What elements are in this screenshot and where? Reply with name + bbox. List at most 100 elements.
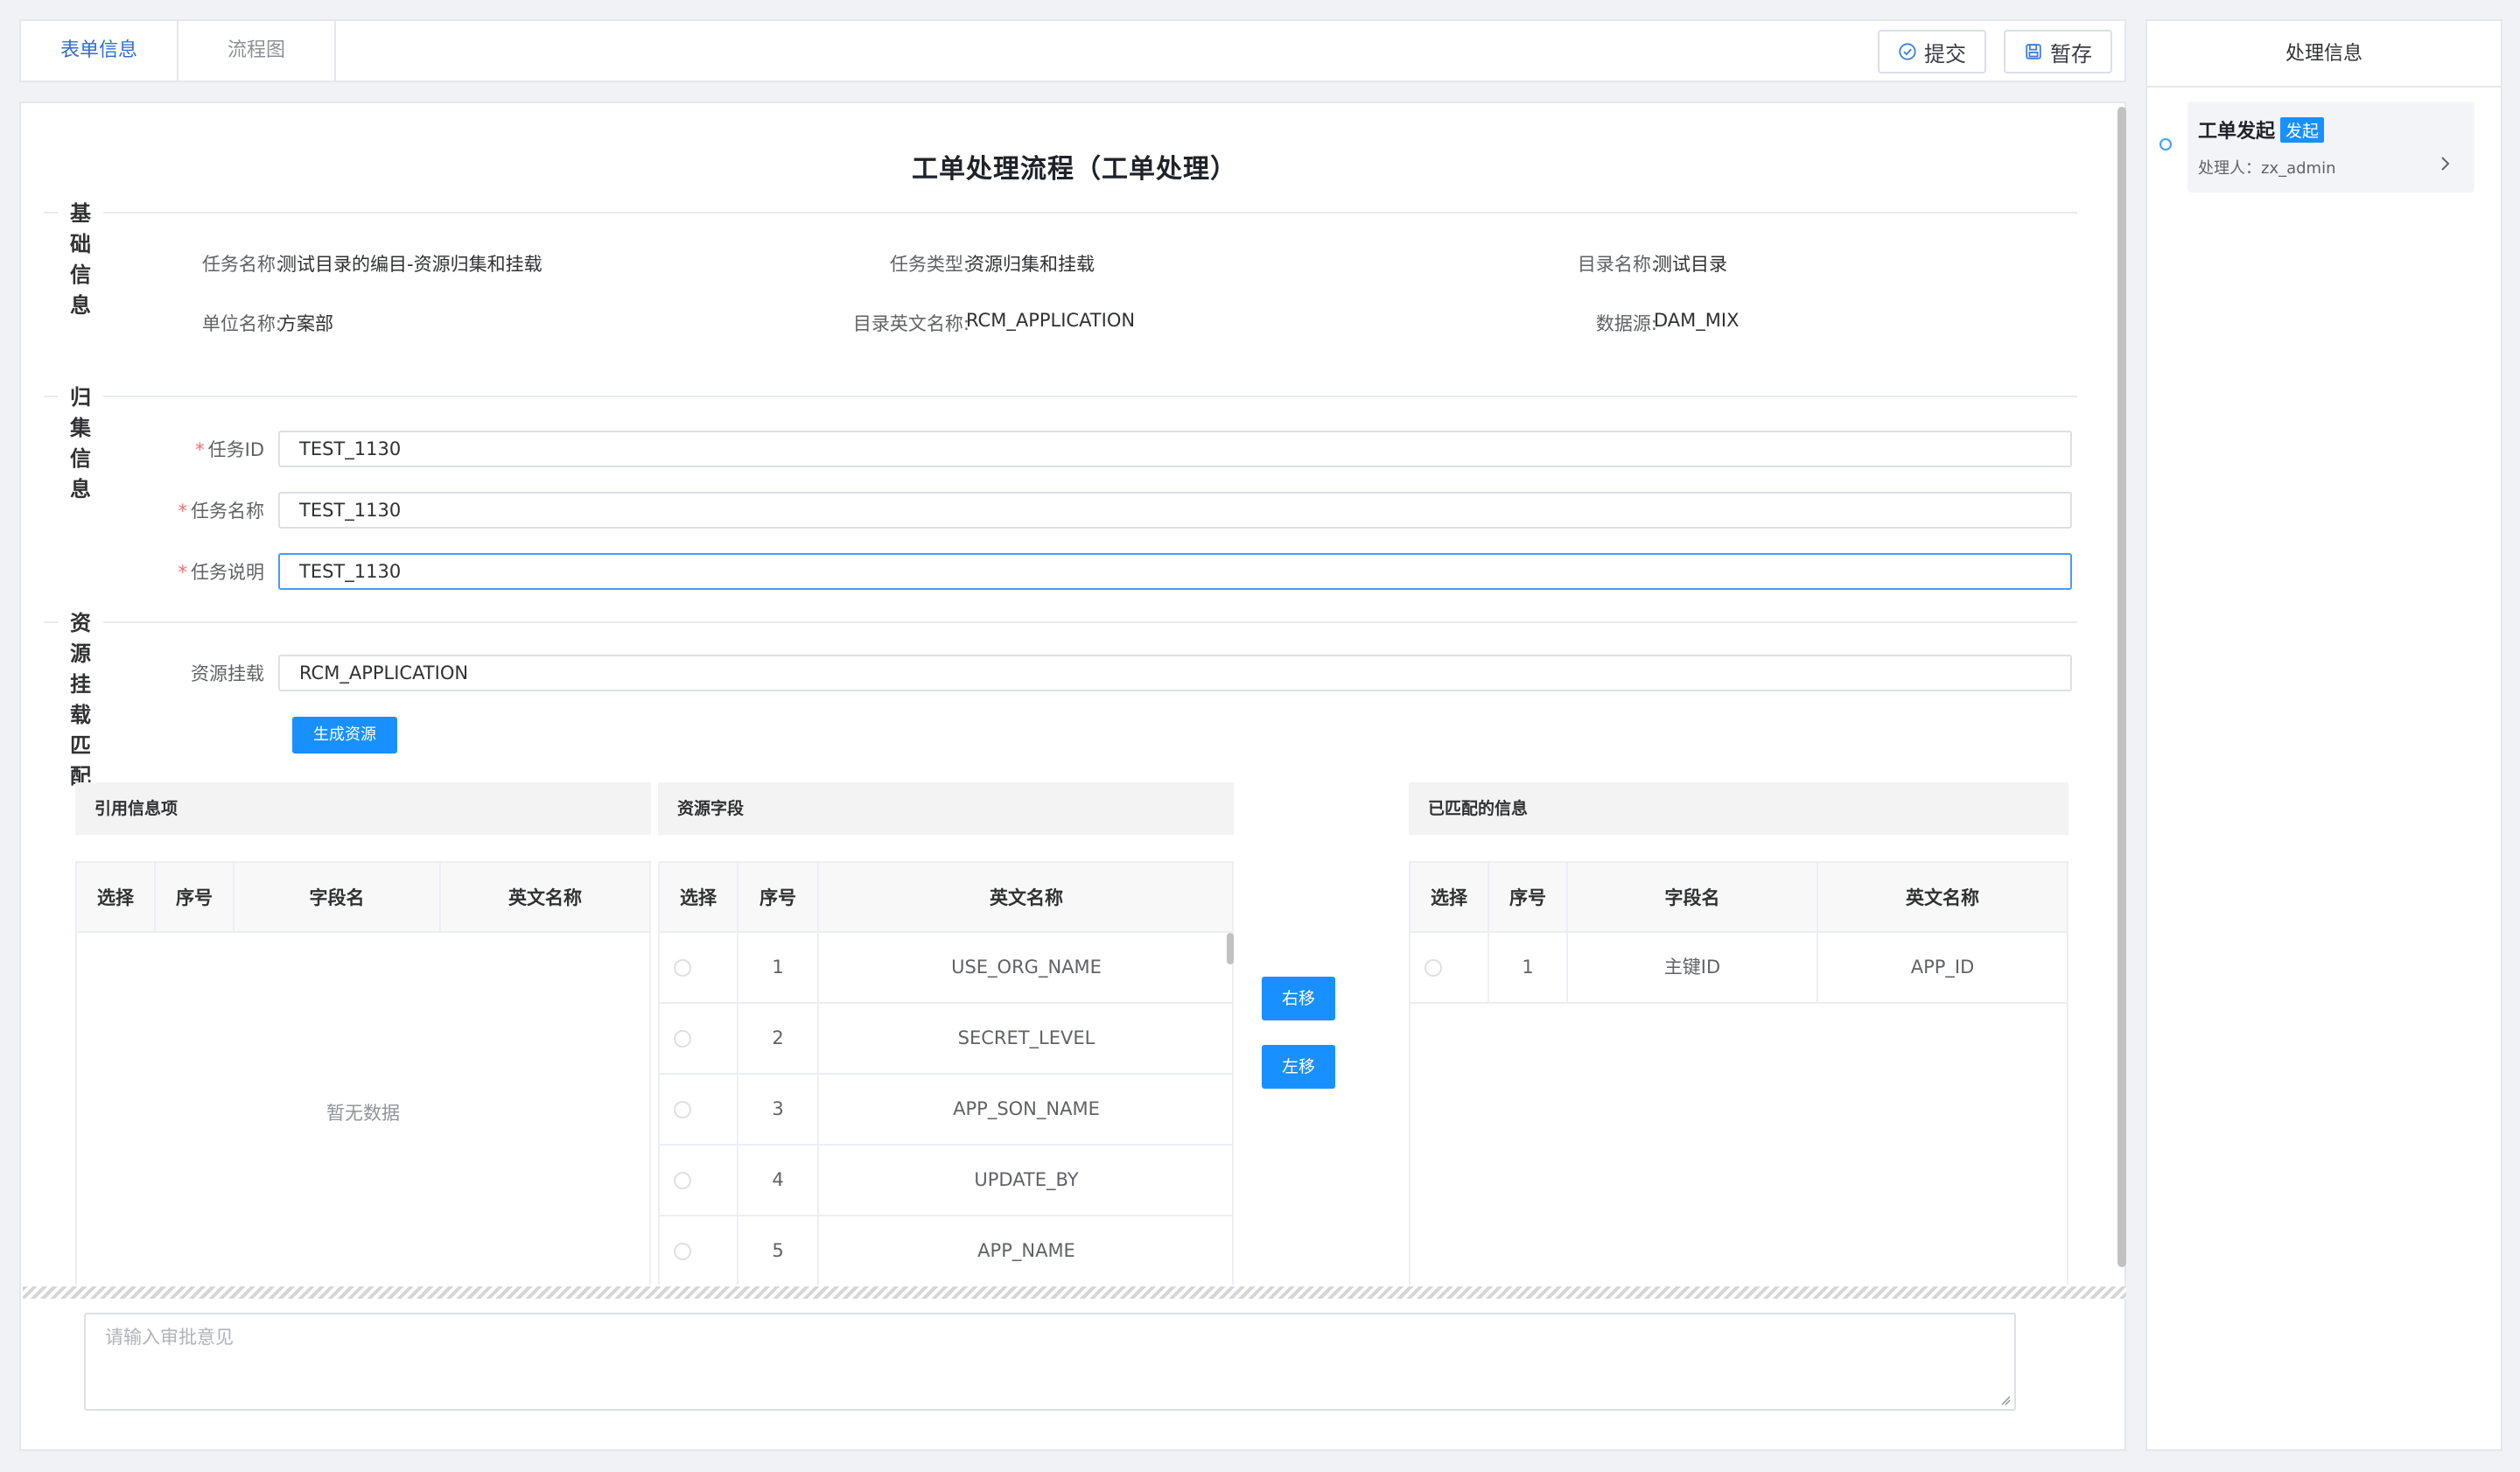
required-mark: * — [178, 562, 188, 583]
timeline-status-tag: 发起 — [2280, 116, 2325, 143]
timeline-item-header: 工单发起 发起 — [2198, 116, 2325, 144]
col-select: 选择 — [77, 863, 156, 933]
col-index: 序号 — [156, 863, 234, 933]
row-radio[interactable] — [1424, 959, 1442, 977]
row-radio[interactable] — [674, 1030, 691, 1048]
label-task-type: 任务类型: — [889, 254, 970, 275]
move-left-button[interactable]: 左移 — [1262, 1045, 1335, 1089]
main-scrollbar[interactable] — [2118, 107, 2126, 1267]
table-row[interactable]: 5 APP_NAME — [660, 1216, 1232, 1285]
timeline-item[interactable]: 工单发起 发起 处理人：zx_admin — [2188, 102, 2474, 193]
index-cell: 3 — [738, 1075, 819, 1144]
label-task-desc-text: 任务说明 — [191, 562, 264, 583]
save-draft-button[interactable]: 暂存 — [2004, 30, 2112, 74]
check-circle-icon — [1899, 43, 1916, 60]
resize-splitter[interactable] — [23, 1286, 2126, 1299]
resource-fields-header: 资源字段 — [658, 782, 1234, 835]
processing-info-panel: 处理信息 工单发起 发起 处理人：zx_admin — [2146, 19, 2502, 1451]
row-radio[interactable] — [674, 1101, 691, 1118]
timeline-item-title: 工单发起 — [2198, 121, 2276, 143]
col-field-name: 字段名 — [234, 863, 441, 933]
timeline-dot-icon — [2160, 138, 2172, 151]
col-field-name: 字段名 — [1568, 863, 1818, 933]
en-name-cell: APP_NAME — [977, 1240, 1075, 1261]
approval-comment-textarea[interactable]: 请输入审批意见 — [84, 1313, 2016, 1411]
en-name-cell: USE_ORG_NAME — [951, 957, 1102, 978]
required-mark: * — [195, 439, 205, 460]
ref-items-header: 引用信息项 — [75, 782, 651, 835]
chevron-right-icon[interactable] — [2440, 154, 2452, 173]
label-collect-task-name-text: 任务名称 — [191, 501, 264, 522]
matched-info-table: 选择 序号 字段名 英文名称 1 主键ID APP_ID — [1409, 861, 2068, 1285]
select-cell — [660, 1216, 738, 1285]
tab-flowchart[interactable]: 流程图 — [178, 21, 336, 81]
tab-form-info[interactable]: 表单信息 — [21, 21, 178, 81]
label-task-desc: * 任务说明 — [37, 558, 265, 585]
submit-label: 提交 — [1924, 41, 1966, 67]
save-draft-label: 暂存 — [2050, 41, 2092, 67]
select-cell — [660, 933, 738, 1002]
form-card: 工单处理流程（工单处理） 基础信息 任务名称: 测试目录的编目-资源归集和挂载 … — [19, 102, 2126, 1451]
task-name-input[interactable]: TEST_1130 — [278, 492, 2072, 529]
label-task-id: * 任务ID — [37, 436, 264, 462]
resource-mount-input[interactable]: RCM_APPLICATION — [278, 655, 2072, 691]
index-cell: 2 — [738, 1004, 819, 1073]
table-row[interactable]: 2 SECRET_LEVEL — [660, 1004, 1232, 1075]
en-name-cell: APP_SON_NAME — [953, 1098, 1100, 1119]
row-radio[interactable] — [674, 959, 691, 977]
select-cell — [660, 1075, 738, 1144]
en-name-cell: UPDATE_BY — [974, 1169, 1079, 1190]
label-org-name: 单位名称: — [201, 313, 282, 334]
row-radio[interactable] — [674, 1243, 691, 1260]
value-datasource: DAM_MIX — [1654, 310, 1740, 331]
processing-info-title: 处理信息 — [2147, 21, 2501, 88]
table-row[interactable]: 4 UPDATE_BY — [660, 1146, 1232, 1216]
col-en-name: 英文名称 — [508, 887, 582, 908]
field-name-cell: 主键ID — [1568, 933, 1818, 1002]
task-id-input[interactable]: TEST_1130 — [278, 431, 2072, 467]
submit-button[interactable]: 提交 — [1878, 30, 1986, 74]
select-cell — [660, 1004, 738, 1073]
table-scrollbar[interactable] — [1227, 933, 1234, 964]
en-name-cell: SECRET_LEVEL — [957, 1027, 1096, 1048]
table-row[interactable]: 3 APP_SON_NAME — [660, 1075, 1232, 1146]
index-cell: 5 — [738, 1216, 819, 1285]
save-icon — [2026, 44, 2041, 60]
table-header: 选择 序号 字段名 英文名称 — [77, 861, 649, 933]
resize-grip-icon[interactable] — [2000, 1395, 2011, 1405]
en-name-cell: APP_ID — [1910, 957, 1975, 978]
matched-info-header: 已匹配的信息 — [1409, 782, 2068, 835]
table-row[interactable]: 1 USE_ORG_NAME — [660, 933, 1232, 1004]
table-header: 选择 序号 英文名称 — [660, 861, 1232, 933]
index-cell: 1 — [1489, 933, 1568, 1002]
ref-items-table: 选择 序号 字段名 英文名称 暂无数据 — [75, 861, 651, 1285]
label-task-id-text: 任务ID — [207, 439, 264, 460]
value-catalog-en-name: RCM_APPLICATION — [966, 310, 1136, 331]
empty-state: 暂无数据 — [326, 1103, 400, 1124]
move-right-button[interactable]: 右移 — [1262, 977, 1335, 1020]
section-divider — [44, 621, 2077, 623]
label-datasource: 数据源: — [1595, 313, 1657, 334]
label-collect-task-name: * 任务名称 — [37, 497, 265, 523]
task-description-input[interactable]: TEST_1130 — [278, 553, 2072, 590]
generate-resource-button[interactable]: 生成资源 — [292, 717, 397, 754]
select-cell — [1410, 933, 1489, 1002]
row-radio[interactable] — [674, 1172, 691, 1189]
table-row[interactable]: 1 主键ID APP_ID — [1410, 933, 2067, 1004]
value-task-name: 测试目录的编目-资源归集和挂载 — [278, 254, 542, 275]
col-select: 选择 — [1410, 863, 1489, 933]
value-task-type: 资源归集和挂载 — [966, 254, 1095, 275]
col-select: 选择 — [660, 863, 738, 933]
value-catalog-name: 测试目录 — [1654, 254, 1727, 275]
col-index: 序号 — [1489, 863, 1568, 933]
select-cell — [660, 1146, 738, 1215]
top-tab-bar: 表单信息 流程图 提交 暂存 — [19, 19, 2126, 82]
col-en-name: 英文名称 — [1906, 887, 1979, 908]
required-mark: * — [178, 501, 188, 522]
label-catalog-name: 目录名称: — [1577, 254, 1657, 275]
page-title: 工单处理流程（工单处理） — [912, 154, 1237, 185]
section-heading-mount: 资源挂载匹配 — [58, 606, 103, 789]
label-catalog-en-name: 目录英文名称: — [852, 313, 970, 334]
table-header: 选择 序号 字段名 英文名称 — [1410, 861, 2067, 933]
col-en-name: 英文名称 — [990, 887, 1063, 908]
